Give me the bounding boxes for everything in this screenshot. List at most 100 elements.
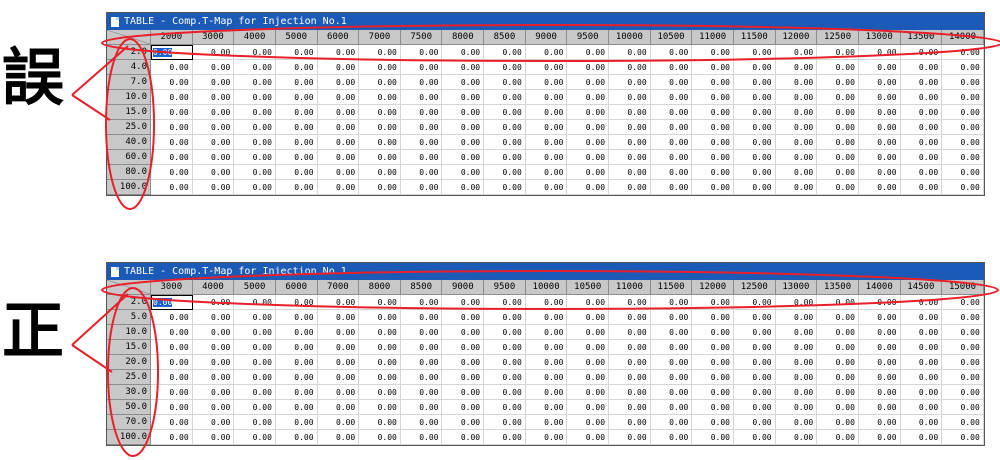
table-cell[interactable]: 0.00 xyxy=(609,135,651,150)
table-cell[interactable]: 0.00 xyxy=(942,75,984,90)
table-cell[interactable]: 0.00 xyxy=(733,180,776,195)
table-cell[interactable]: 0.00 xyxy=(525,105,568,120)
column-header[interactable]: 7500 xyxy=(400,30,443,45)
table-cell[interactable]: 0.00 xyxy=(567,310,610,325)
table-cell[interactable]: 0.00 xyxy=(609,415,651,430)
table-cell[interactable]: 0.00 xyxy=(525,415,568,430)
table-cell[interactable]: 0.00 xyxy=(900,105,943,120)
column-header[interactable]: 9000 xyxy=(442,280,485,295)
table-cell[interactable]: 0.00 xyxy=(400,355,443,370)
table-cell[interactable]: 0.00 xyxy=(442,150,485,165)
table-cell[interactable]: 0.00 xyxy=(151,370,193,385)
table-cell[interactable]: 0.00 xyxy=(234,385,276,400)
table-cell[interactable]: 0.00 xyxy=(900,325,943,340)
table-cell[interactable]: 0.00 xyxy=(942,135,984,150)
table-cell[interactable]: 0.00 xyxy=(151,430,193,445)
table-cell[interactable]: 0.00 xyxy=(942,430,984,445)
table-cell[interactable]: 0.00 xyxy=(359,120,401,135)
table-cell[interactable]: 0.00 xyxy=(484,370,526,385)
table-cell[interactable]: 0.00 xyxy=(275,400,318,415)
table-cell[interactable]: 0.00 xyxy=(942,180,984,195)
table-cell[interactable]: 0.00 xyxy=(442,45,485,60)
table-cell[interactable]: 0.00 xyxy=(400,75,443,90)
table-cell[interactable]: 0.00 xyxy=(858,295,901,310)
table-cell[interactable]: 0.00 xyxy=(359,75,401,90)
table-cell[interactable]: 0.00 xyxy=(525,90,568,105)
table-cell[interactable]: 0.00 xyxy=(317,180,360,195)
table-cell[interactable]: 0.00 xyxy=(317,295,360,310)
table-cell[interactable]: 0.00 xyxy=(900,295,943,310)
table-cell[interactable]: 0.00 xyxy=(817,340,859,355)
column-header[interactable]: 14000 xyxy=(942,30,984,45)
table-cell[interactable]: 0.00 xyxy=(650,415,693,430)
column-header[interactable]: 12000 xyxy=(775,30,818,45)
table-cell[interactable]: 0.00 xyxy=(733,75,776,90)
table-cell[interactable]: 0.00 xyxy=(567,325,610,340)
table-cell[interactable]: 0.00 xyxy=(775,165,818,180)
row-header[interactable]: 70.0 xyxy=(107,415,151,430)
table-cell[interactable]: 0.00 xyxy=(275,430,318,445)
table-cell[interactable]: 0.00 xyxy=(942,60,984,75)
table-cell[interactable]: 0.00 xyxy=(650,325,693,340)
column-header[interactable]: 9000 xyxy=(525,30,568,45)
table-cell[interactable]: 0.00 xyxy=(484,105,526,120)
table-cell[interactable]: 0.00 xyxy=(400,150,443,165)
row-header[interactable]: 100.0 xyxy=(107,180,151,195)
table-cell[interactable]: 0.00 xyxy=(359,180,401,195)
table-cell[interactable]: 0.00 xyxy=(484,150,526,165)
table-cell[interactable]: 0.00 xyxy=(275,45,318,60)
row-header[interactable]: 15.0 xyxy=(107,340,151,355)
table-cell[interactable]: 0.00 xyxy=(609,90,651,105)
table-cell[interactable]: 0.00 xyxy=(151,385,193,400)
row-header[interactable]: 60.0 xyxy=(107,150,151,165)
table-cell[interactable]: 0.00 xyxy=(275,325,318,340)
table-cell[interactable]: 0.00 xyxy=(609,105,651,120)
column-header[interactable]: 10500 xyxy=(567,280,610,295)
column-header[interactable]: 8500 xyxy=(400,280,443,295)
table-cell[interactable]: 0.00 xyxy=(817,430,859,445)
table-cell[interactable]: 0.00 xyxy=(400,430,443,445)
table-cell[interactable]: 0.00 xyxy=(817,180,859,195)
table-cell[interactable]: 0.00 xyxy=(609,355,651,370)
table-cell[interactable]: 0.00 xyxy=(900,385,943,400)
table-cell[interactable]: 0.00 xyxy=(317,150,360,165)
table-cell[interactable]: 0.00 xyxy=(525,120,568,135)
table-cell[interactable]: 0.00 xyxy=(650,120,693,135)
table-cell[interactable]: 0.00 xyxy=(317,120,360,135)
table-cell[interactable]: 0.00 xyxy=(692,385,734,400)
table-cell[interactable]: 0.00 xyxy=(650,355,693,370)
table-cell[interactable]: 0.00 xyxy=(484,45,526,60)
table-cell[interactable]: 0.00 xyxy=(692,370,734,385)
table-cell[interactable]: 0.00 xyxy=(317,415,360,430)
row-header[interactable]: 2.0 xyxy=(107,295,151,310)
table-cell[interactable]: 0.00 xyxy=(192,60,235,75)
table-cell[interactable]: 0.00 xyxy=(525,165,568,180)
table-cell[interactable]: 0.00 xyxy=(442,75,485,90)
table-cell[interactable]: 0.00 xyxy=(817,355,859,370)
row-header[interactable]: 80.0 xyxy=(107,165,151,180)
table-cell[interactable]: 0.00 xyxy=(442,370,485,385)
table-cell[interactable]: 0.00 xyxy=(400,165,443,180)
table-cell[interactable]: 0.00 xyxy=(775,150,818,165)
table-cell[interactable]: 0.00 xyxy=(484,135,526,150)
table-cell[interactable]: 0.00 xyxy=(775,310,818,325)
table-cell[interactable]: 0.00 xyxy=(900,120,943,135)
column-header[interactable]: 11500 xyxy=(733,30,776,45)
table-cell[interactable]: 0.00 xyxy=(192,180,235,195)
table-cell[interactable]: 0.00 xyxy=(567,105,610,120)
table-cell[interactable]: 0.00 xyxy=(609,75,651,90)
row-header[interactable]: 30.0 xyxy=(107,385,151,400)
table-cell[interactable]: 0.00 xyxy=(192,295,235,310)
table-cell[interactable]: 0.00 xyxy=(942,400,984,415)
table-cell[interactable]: 0.00 xyxy=(609,400,651,415)
table-cell[interactable]: 0.00 xyxy=(733,385,776,400)
table-cell[interactable]: 0.00 xyxy=(900,45,943,60)
table-cell[interactable]: 0.00 xyxy=(900,340,943,355)
table-cell[interactable]: 0.00 xyxy=(442,105,485,120)
table-cell[interactable]: 0.00 xyxy=(567,370,610,385)
table-cell[interactable]: 0.00 xyxy=(817,295,859,310)
table-cell[interactable]: 0.00 xyxy=(400,415,443,430)
column-header[interactable]: 13500 xyxy=(900,30,943,45)
table-cell[interactable]: 0.00 xyxy=(900,165,943,180)
table-cell[interactable]: 0.00 xyxy=(650,105,693,120)
